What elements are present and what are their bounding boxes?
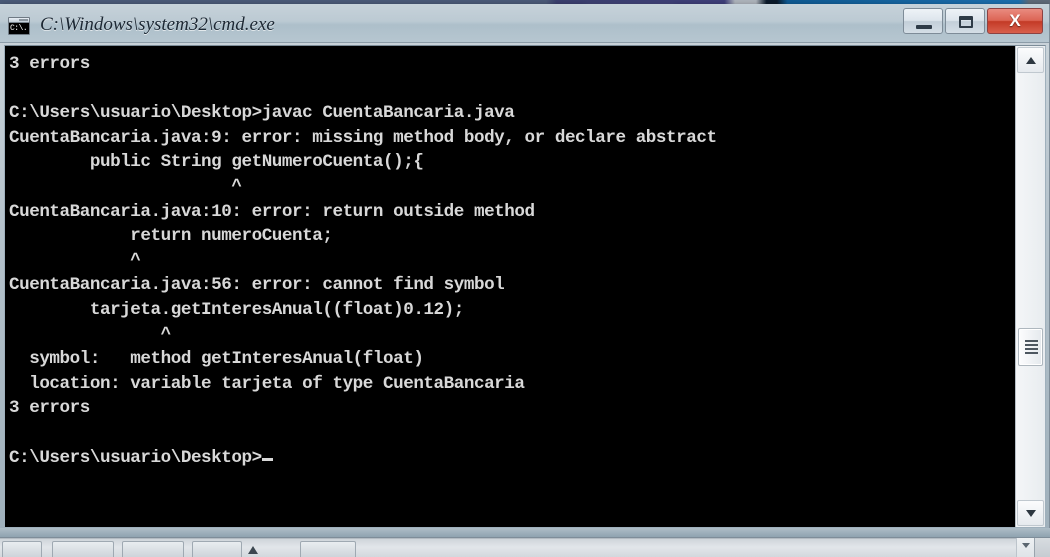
cmd-window: C:\. C:\Windows\system32\cmd.exe X 3 err… (0, 4, 1050, 538)
console-client-area: 3 errors C:\Users\usuario\Desktop>javac … (4, 45, 1046, 528)
taskbar-item[interactable] (300, 541, 356, 557)
taskbar-item[interactable] (192, 541, 242, 557)
taskbar-item[interactable] (52, 541, 114, 557)
title-bar[interactable]: C:\. C:\Windows\system32\cmd.exe X (0, 4, 1049, 43)
console-scrollbar[interactable] (1015, 46, 1045, 527)
cmd-icon-titlebar (9, 18, 29, 23)
scrollbar-up-button[interactable] (1017, 47, 1044, 73)
maximize-button[interactable] (945, 8, 985, 34)
cmd-icon: C:\. (8, 17, 30, 35)
taskbar-item[interactable] (2, 541, 42, 557)
console-prompt: C:\Users\usuario\Desktop> (9, 447, 262, 468)
taskbar-scroll-button[interactable] (1016, 538, 1034, 557)
chevron-down-icon (1026, 510, 1036, 517)
close-icon: X (1009, 11, 1021, 30)
taskbar-arrow-up-icon (248, 546, 258, 554)
window-controls: X (903, 8, 1043, 34)
console-cursor (261, 457, 273, 461)
taskbar[interactable] (0, 538, 1050, 557)
minimize-icon (916, 25, 932, 29)
desktop: C:\. C:\Windows\system32\cmd.exe X 3 err… (0, 0, 1050, 557)
scrollbar-thumb[interactable] (1018, 328, 1043, 366)
taskbar-item[interactable] (122, 541, 184, 557)
minimize-button[interactable] (903, 8, 943, 34)
scrollbar-grip-icon (1025, 340, 1038, 354)
console-output-area[interactable]: 3 errors C:\Users\usuario\Desktop>javac … (5, 46, 1015, 527)
scrollbar-down-button[interactable] (1017, 500, 1044, 526)
close-button[interactable]: X (987, 8, 1043, 34)
taskbar-edge (1034, 538, 1050, 557)
chevron-up-icon (1026, 57, 1036, 64)
maximize-icon (959, 16, 973, 28)
window-bottom-frame (0, 528, 1050, 537)
window-title: C:\Windows\system32\cmd.exe (40, 14, 275, 35)
console-text: 3 errors C:\Users\usuario\Desktop>javac … (9, 54, 717, 468)
cmd-icon-text: C:\. (9, 23, 29, 34)
